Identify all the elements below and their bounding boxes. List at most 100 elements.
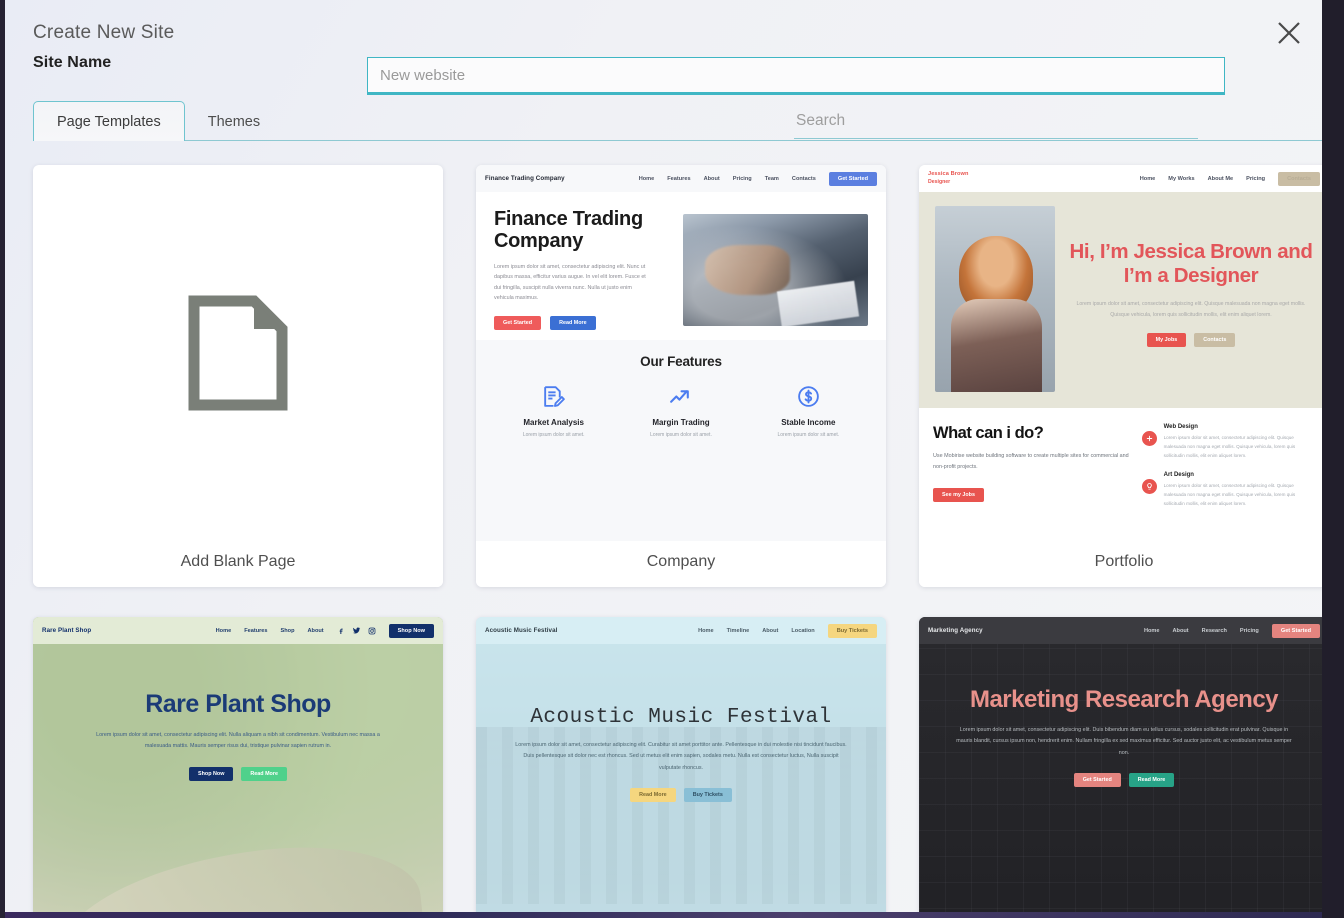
nav-link[interactable]: Home bbox=[1140, 176, 1156, 182]
nav-cta-button[interactable]: Shop Now bbox=[389, 624, 434, 638]
feature-desc: Lorem ipsum dolor sit amet. bbox=[745, 432, 871, 438]
nav-link[interactable]: About bbox=[704, 176, 720, 182]
nav-cta-button[interactable]: Get Started bbox=[829, 172, 877, 186]
mini-nav-links: Home My Works About Me Pricing Contacts bbox=[1140, 172, 1320, 186]
nav-link[interactable]: About bbox=[1173, 628, 1189, 634]
tab-page-templates[interactable]: Page Templates bbox=[33, 101, 185, 142]
mini-brand-sub: Designer bbox=[928, 179, 950, 185]
hero-button-primary[interactable]: Read More bbox=[630, 788, 676, 802]
nav-link[interactable]: My Works bbox=[1168, 176, 1194, 182]
site-name-input[interactable] bbox=[367, 57, 1225, 95]
feature-item: Margin Trading Lorem ipsum dolor sit ame… bbox=[618, 382, 744, 438]
marketing-agency-preview: Marketing Agency Home About Research Pri… bbox=[919, 617, 1329, 918]
hero-buttons: My Jobs Contacts bbox=[1069, 333, 1313, 347]
mini-brand: Jessica Brown bbox=[928, 171, 968, 179]
hero-paragraph: Lorem ipsum dolor sit amet, consectetur … bbox=[82, 730, 394, 753]
hero-buttons: Get Started Read More bbox=[919, 773, 1329, 787]
hero-buttons: Shop Now Read More bbox=[33, 767, 443, 781]
template-card-label: Add Blank Page bbox=[33, 541, 443, 587]
template-card-marketing-agency[interactable]: Marketing Agency Home About Research Pri… bbox=[919, 617, 1329, 918]
plant-shop-preview: Rare Plant Shop Home Features Shop About bbox=[33, 617, 443, 918]
acoustic-festival-preview: Acoustic Music Festival Home Timeline Ab… bbox=[476, 617, 886, 918]
lightbulb-circle-icon bbox=[1142, 479, 1157, 494]
search-input[interactable] bbox=[794, 107, 1198, 139]
nav-link[interactable]: About bbox=[762, 628, 778, 634]
mini-brand: Acoustic Music Festival bbox=[485, 627, 557, 634]
nav-link[interactable]: Home bbox=[216, 628, 232, 634]
mini-nav: Finance Trading Company Home Features Ab… bbox=[476, 165, 886, 192]
template-card-portfolio[interactable]: Jessica Brown Designer Home My Works Abo… bbox=[919, 165, 1329, 587]
nav-link[interactable]: About Me bbox=[1208, 176, 1233, 182]
hero-paragraph: Lorem ipsum dolor sit amet, consectetur … bbox=[1069, 299, 1313, 321]
services-cta-button[interactable]: See my Jobs bbox=[933, 488, 984, 502]
close-icon[interactable] bbox=[1272, 16, 1306, 50]
dollar-circle-icon bbox=[745, 382, 871, 412]
hero-buttons: Get Started Read More bbox=[494, 316, 671, 330]
services-heading: What can i do? bbox=[933, 424, 1132, 443]
mini-nav: Acoustic Music Festival Home Timeline Ab… bbox=[476, 617, 886, 644]
nav-link[interactable]: Pricing bbox=[733, 176, 752, 182]
nav-link[interactable]: Timeline bbox=[727, 628, 750, 634]
tab-themes[interactable]: Themes bbox=[185, 102, 283, 142]
service-title: Web Design bbox=[1164, 424, 1315, 430]
nav-link[interactable]: Contacts bbox=[792, 176, 816, 182]
instagram-icon bbox=[368, 627, 376, 635]
hero-button-secondary[interactable]: Read More bbox=[550, 316, 596, 330]
service-item: Art Design Lorem ipsum dolor sit amet, c… bbox=[1142, 472, 1315, 509]
feature-desc: Lorem ipsum dolor sit amet. bbox=[491, 432, 617, 438]
nav-cta-button[interactable]: Contacts bbox=[1278, 172, 1320, 186]
nav-cta-button[interactable]: Get Started bbox=[1272, 624, 1320, 638]
hero-button-primary[interactable]: Shop Now bbox=[189, 767, 233, 781]
mini-brand: Marketing Agency bbox=[928, 627, 983, 634]
nav-link[interactable]: Features bbox=[667, 176, 690, 182]
nav-link[interactable]: Pricing bbox=[1240, 628, 1259, 634]
hero-button-secondary[interactable]: Read More bbox=[1129, 773, 1175, 787]
nav-link[interactable]: Home bbox=[1144, 628, 1160, 634]
feature-item: Market Analysis Lorem ipsum dolor sit am… bbox=[491, 382, 617, 438]
create-new-site-modal: Create New Site Site Name Page Templates… bbox=[0, 0, 1344, 918]
nav-link[interactable]: Home bbox=[639, 176, 655, 182]
nav-link[interactable]: Research bbox=[1202, 628, 1227, 634]
modal-header: Create New Site Site Name bbox=[5, 0, 1322, 72]
hero-heading: Finance Trading Company bbox=[494, 208, 671, 253]
feature-title: Margin Trading bbox=[618, 418, 744, 427]
trend-up-arrow-icon bbox=[618, 382, 744, 412]
nav-link[interactable]: Pricing bbox=[1246, 176, 1265, 182]
company-features: Our Features bbox=[476, 340, 886, 541]
hero-paragraph: Lorem ipsum dolor sit amet, consectetur … bbox=[513, 740, 849, 774]
template-card-blank[interactable]: Add Blank Page bbox=[33, 165, 443, 587]
mini-nav-links: Home Timeline About Location Buy Tickets bbox=[698, 624, 877, 638]
hero-button-primary[interactable]: My Jobs bbox=[1147, 333, 1187, 347]
hero-button-secondary[interactable]: Read More bbox=[241, 767, 287, 781]
feature-title: Market Analysis bbox=[491, 418, 617, 427]
nav-link[interactable]: About bbox=[308, 628, 324, 634]
service-desc: Lorem ipsum dolor sit amet, consectetur … bbox=[1164, 481, 1315, 509]
hero-button-primary[interactable]: Get Started bbox=[494, 316, 541, 330]
mini-nav-links: Home Features Shop About Shop Now bbox=[216, 624, 434, 638]
nav-link[interactable]: Shop bbox=[281, 628, 295, 634]
nav-link[interactable]: Features bbox=[244, 628, 267, 634]
nav-link[interactable]: Home bbox=[698, 628, 714, 634]
company-hero: Finance Trading Company Lorem ipsum dolo… bbox=[476, 192, 886, 340]
hero-button-secondary[interactable]: Contacts bbox=[1194, 333, 1235, 347]
features-heading: Our Features bbox=[476, 354, 886, 369]
hero-heading: Marketing Research Agency bbox=[919, 686, 1329, 714]
nav-cta-button[interactable]: Buy Tickets bbox=[828, 624, 877, 638]
page-title: Create New Site bbox=[33, 22, 1322, 44]
feature-title: Stable Income bbox=[745, 418, 871, 427]
hero-paragraph: Lorem ipsum dolor sit amet, consectetur … bbox=[494, 262, 649, 304]
tab-bar: Page Templates Themes bbox=[5, 96, 1322, 141]
template-card-plant-shop[interactable]: Rare Plant Shop Home Features Shop About bbox=[33, 617, 443, 918]
nav-link[interactable]: Team bbox=[765, 176, 779, 182]
service-item: Web Design Lorem ipsum dolor sit amet, c… bbox=[1142, 424, 1315, 461]
hero-image-portrait bbox=[935, 206, 1055, 392]
template-card-acoustic-festival[interactable]: Acoustic Music Festival Home Timeline Ab… bbox=[476, 617, 886, 918]
template-card-company[interactable]: Finance Trading Company Home Features Ab… bbox=[476, 165, 886, 587]
portfolio-preview: Jessica Brown Designer Home My Works Abo… bbox=[919, 165, 1329, 541]
hero-button-secondary[interactable]: Buy Tickets bbox=[684, 788, 732, 802]
hero-paragraph: Lorem ipsum dolor sit amet, consectetur … bbox=[952, 725, 1296, 759]
hero-button-primary[interactable]: Get Started bbox=[1074, 773, 1121, 787]
nav-link[interactable]: Location bbox=[791, 628, 814, 634]
mini-nav: Jessica Brown Designer Home My Works Abo… bbox=[919, 165, 1329, 192]
acoustic-hero: Acoustic Music Festival Lorem ipsum dolo… bbox=[476, 644, 886, 918]
